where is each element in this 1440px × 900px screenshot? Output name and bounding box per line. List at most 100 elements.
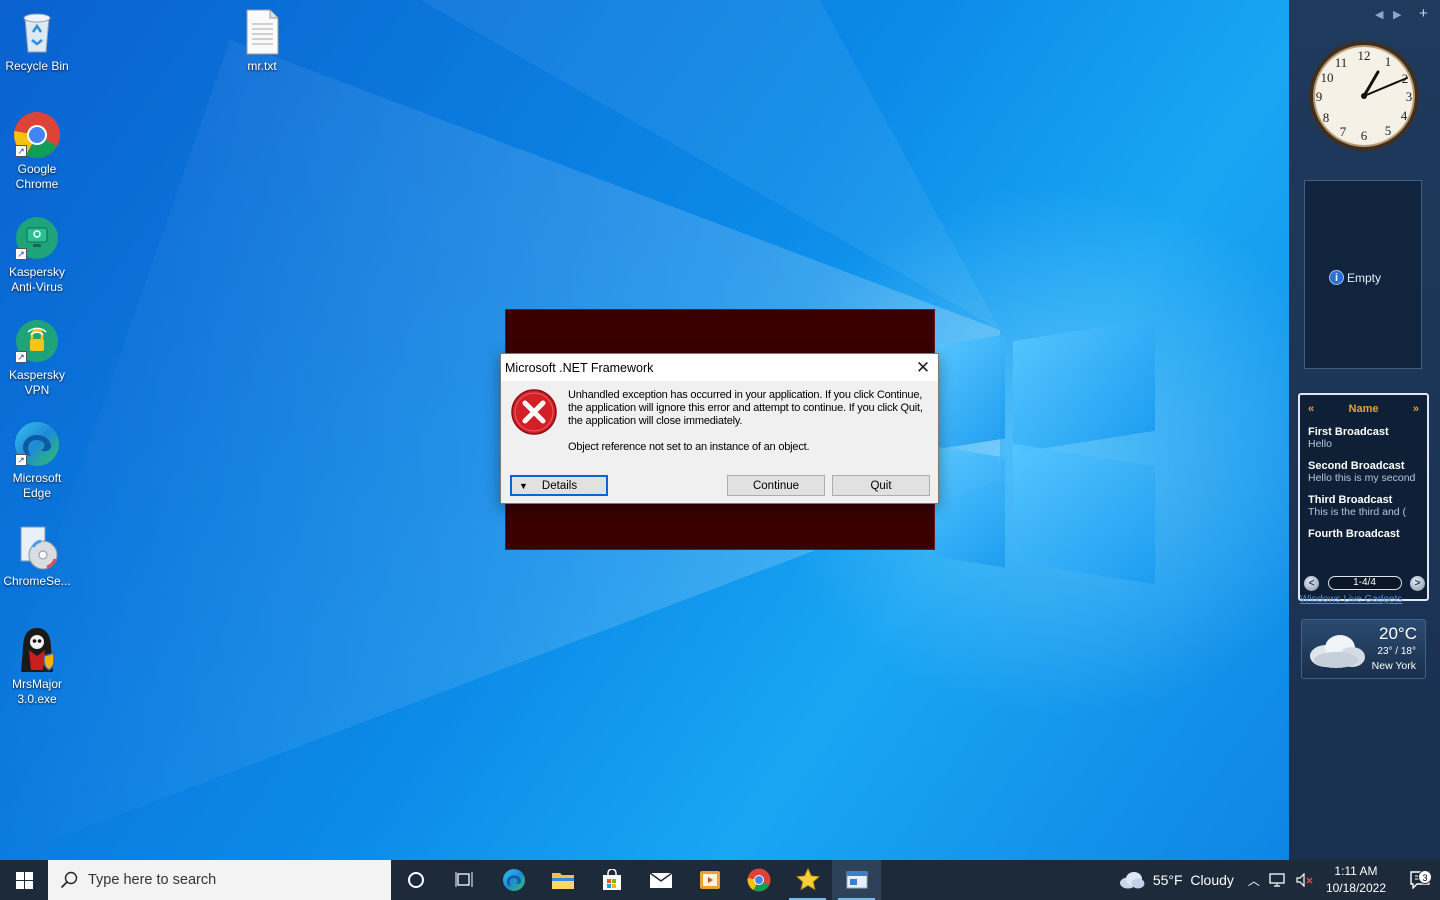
- close-icon[interactable]: ✕: [908, 355, 938, 381]
- slideshow-status: i Empty: [1329, 270, 1381, 285]
- notification-count-badge: 3: [1418, 870, 1432, 884]
- broadcast-gadget: « Name » First Broadcast Hello Second Br…: [1298, 393, 1429, 605]
- text-file-icon: [238, 8, 286, 56]
- recycle-bin-icon: [13, 8, 61, 56]
- taskbar-file-explorer[interactable]: [538, 860, 587, 900]
- chevron-right-double-icon[interactable]: »: [1413, 403, 1419, 415]
- chevron-up-icon[interactable]: ︿: [1248, 872, 1260, 889]
- error-dialog: Microsoft .NET Framework ✕ Unhandled exc…: [500, 353, 939, 504]
- broadcast-item-subtitle: Hello this is my second: [1308, 472, 1416, 484]
- broadcast-item[interactable]: First Broadcast Hello: [1300, 423, 1427, 450]
- search-placeholder: Type here to search: [88, 872, 217, 888]
- desktop-icon-label: Recycle Bin: [5, 59, 69, 73]
- network-icon[interactable]: [1269, 873, 1287, 887]
- desktop-icon-kaspersky-vpn[interactable]: ↗ Kaspersky VPN: [0, 317, 75, 398]
- error-message: Unhandled exception has occurred in your…: [568, 389, 923, 427]
- arrow-right-icon[interactable]: >: [1410, 575, 1425, 591]
- folder-icon: [551, 873, 574, 889]
- installer-icon: [13, 523, 61, 571]
- sidebar-next-icon[interactable]: ▶: [1393, 8, 1401, 21]
- desktop-icon-label: MrsMajor 3.0.exe: [12, 677, 62, 706]
- arrow-left-icon[interactable]: <: [1304, 575, 1319, 591]
- windows-logo-icon: [15, 871, 33, 889]
- weather-high-low: 23° / 18°: [1377, 646, 1416, 657]
- chevron-left-double-icon[interactable]: «: [1308, 403, 1314, 415]
- tray-system-icons: ︿: [1248, 872, 1314, 889]
- svg-text:9: 9: [1316, 89, 1323, 104]
- broadcast-item-title: First Broadcast: [1308, 426, 1389, 438]
- taskbar-store[interactable]: [587, 860, 636, 900]
- windows-logo-pane: [1013, 443, 1155, 585]
- taskbar-weather-text: 55°F Cloudy: [1152, 872, 1234, 888]
- taskbar-chrome[interactable]: [734, 860, 783, 900]
- broadcast-item[interactable]: Third Broadcast This is the third and (: [1300, 491, 1427, 518]
- edge-icon: [502, 869, 525, 891]
- desktop-icon-label: Microsoft Edge: [12, 471, 62, 500]
- svg-text:10: 10: [1321, 70, 1334, 85]
- desktop-icon-kaspersky-antivirus[interactable]: ↗ Kaspersky Anti-Virus: [0, 214, 75, 295]
- weather-gadget[interactable]: 20°C 23° / 18° New York: [1301, 619, 1426, 679]
- taskbar-clock[interactable]: 1:11 AM 10/18/2022: [1326, 863, 1386, 897]
- sidebar-prev-icon[interactable]: ◀: [1375, 8, 1383, 21]
- details-button[interactable]: ▼ Details: [510, 475, 608, 496]
- notification-center-button[interactable]: 3: [1400, 870, 1440, 889]
- broadcast-item-subtitle: This is the third and (: [1308, 506, 1407, 518]
- edge-icon: ↗: [13, 420, 61, 468]
- taskbar-active-window[interactable]: [832, 860, 881, 900]
- continue-button[interactable]: Continue: [727, 475, 825, 496]
- slideshow-gadget[interactable]: i Empty: [1304, 180, 1422, 369]
- desktop-icon-microsoft-edge[interactable]: ↗ Microsoft Edge: [0, 420, 75, 501]
- svg-text:11: 11: [1335, 55, 1348, 70]
- desktop-icon-recycle-bin[interactable]: Recycle Bin: [0, 8, 75, 74]
- task-view-button[interactable]: [440, 860, 489, 900]
- quit-button[interactable]: Quit: [832, 475, 930, 496]
- broadcast-item[interactable]: Fourth Broadcast: [1300, 525, 1427, 540]
- start-button[interactable]: [0, 860, 48, 900]
- store-icon: [602, 869, 621, 890]
- taskbar-weather-widget[interactable]: 55°F Cloudy: [1119, 871, 1234, 889]
- desktop-icon-mr-txt[interactable]: mr.txt: [224, 8, 300, 74]
- desktop-icon-google-chrome[interactable]: ↗ Google Chrome: [0, 111, 75, 192]
- dialog-titlebar[interactable]: Microsoft .NET Framework ✕: [501, 354, 938, 381]
- svg-text:7: 7: [1340, 124, 1347, 139]
- search-icon: [60, 871, 78, 889]
- taskbar: Type here to search 55°F Cloudy ︿ 1:11 A…: [0, 860, 1440, 900]
- error-detail: Object reference not set to an instance …: [568, 441, 810, 453]
- broadcast-footer-link[interactable]: Windows Live Gadgets: [1300, 594, 1427, 605]
- desktop-icon-mrsmajor[interactable]: MrsMajor 3.0.exe: [0, 626, 75, 707]
- shortcut-arrow-icon: ↗: [15, 454, 27, 466]
- svg-text:4: 4: [1401, 108, 1408, 123]
- window-app-icon: [846, 871, 867, 889]
- desktop-icon-chromesetup[interactable]: ChromeSe...: [0, 523, 75, 589]
- broadcast-item-subtitle: Hello: [1308, 438, 1332, 450]
- taskbar-date: 10/18/2022: [1325, 881, 1386, 895]
- cortana-icon: [407, 872, 424, 888]
- clock-gadget[interactable]: 1212 345 678 91011: [1307, 38, 1421, 154]
- broadcast-item-title: Third Broadcast: [1308, 494, 1393, 506]
- desktop-icon-label: Kaspersky VPN: [8, 368, 66, 397]
- desktop-icon-label: mr.txt: [247, 59, 277, 73]
- chrome-icon: ↗: [13, 111, 61, 159]
- windows-logo-pane: [935, 334, 1005, 450]
- desktop-icon-label: Kaspersky Anti-Virus: [8, 265, 66, 294]
- search-box[interactable]: Type here to search: [48, 860, 391, 900]
- info-icon: i: [1329, 270, 1344, 285]
- mail-icon: [649, 872, 672, 888]
- chrome-icon: [747, 868, 770, 892]
- taskbar-edge[interactable]: [489, 860, 538, 900]
- kaspersky-vpn-icon: ↗: [13, 317, 61, 365]
- star-icon: [795, 868, 820, 891]
- taskbar-media-app[interactable]: [685, 860, 734, 900]
- taskbar-star-app[interactable]: [783, 860, 832, 900]
- broadcast-item-title: Second Broadcast: [1308, 460, 1405, 472]
- dialog-title: Microsoft .NET Framework: [505, 360, 654, 375]
- windows-logo-pane: [1013, 318, 1155, 454]
- shortcut-arrow-icon: ↗: [15, 351, 27, 363]
- cortana-button[interactable]: [391, 860, 440, 900]
- sidebar-add-icon[interactable]: +: [1419, 5, 1428, 22]
- svg-text:1: 1: [1385, 54, 1392, 69]
- volume-muted-icon[interactable]: [1296, 873, 1314, 887]
- broadcast-item[interactable]: Second Broadcast Hello this is my second: [1300, 457, 1427, 484]
- taskbar-mail[interactable]: [636, 860, 685, 900]
- broadcast-header-label: Name: [1348, 403, 1379, 415]
